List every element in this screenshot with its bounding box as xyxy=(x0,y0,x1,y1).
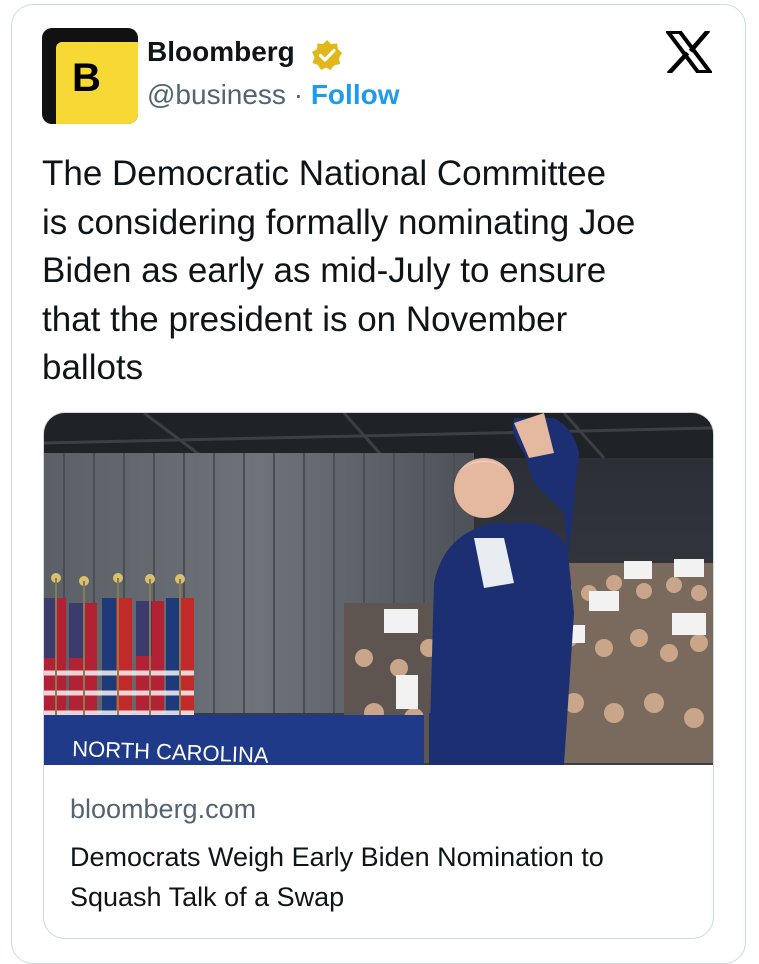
tweet-line: is considering formally nominating Joe xyxy=(42,202,636,242)
tweet-line: The Democratic National Committee xyxy=(42,154,607,193)
tweet-line: ballots xyxy=(42,348,144,387)
link-preview-card[interactable]: NORTH CAROLINA bloomberg.com Democrats W… xyxy=(43,412,714,939)
follow-button[interactable]: Follow xyxy=(311,79,400,110)
link-headline[interactable]: Democrats Weigh Early Biden Nomination t… xyxy=(70,837,700,917)
headline-line: Squash Talk of a Swap xyxy=(70,882,345,912)
article-photo[interactable]: NORTH CAROLINA xyxy=(44,413,714,765)
tweet-line: that the president is on November xyxy=(42,299,568,339)
bloomberg-avatar[interactable]: B xyxy=(42,28,138,124)
avatar-letter: B xyxy=(72,56,101,100)
handle-separator: · xyxy=(285,79,311,110)
link-domain: bloomberg.com xyxy=(70,794,257,824)
verified-badge-icon xyxy=(312,40,342,70)
headline-line: Democrats Weigh Early Biden Nomination t… xyxy=(70,842,604,872)
x-logo-icon[interactable] xyxy=(666,31,712,73)
author-name[interactable]: Bloomberg xyxy=(147,36,295,68)
author-handle-row: @business · Follow xyxy=(147,79,399,111)
tweet-line: Biden as early as mid-July to ensure xyxy=(42,251,607,290)
author-handle[interactable]: @business xyxy=(147,79,286,110)
tweet-text: The Democratic National Committee is con… xyxy=(42,150,732,393)
